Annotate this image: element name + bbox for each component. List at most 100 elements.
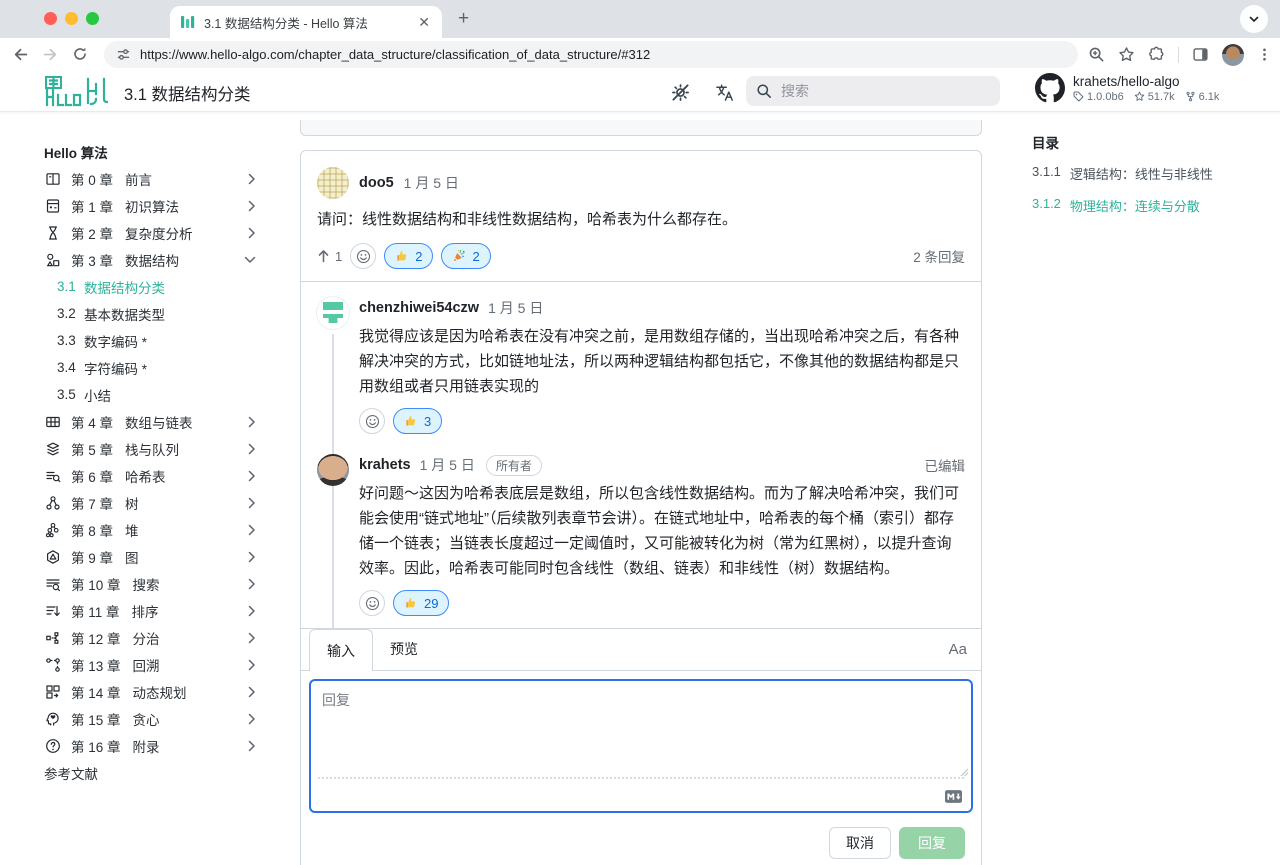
- sidebar-item-chapter-10[interactable]: 第 10 章搜索: [44, 570, 270, 597]
- hello-algo-logo[interactable]: [44, 75, 108, 107]
- sidebar-item-chapter-7[interactable]: 第 7 章树: [44, 489, 270, 516]
- search-icon: [756, 83, 772, 99]
- thumbs-up-icon: [395, 249, 409, 263]
- extensions-icon[interactable]: [1148, 46, 1165, 63]
- reply: krahets 1 月 5 日 所有者 已编辑 好问题～这因为哈希表底层是数组，…: [317, 454, 965, 616]
- chevron-right-icon: [248, 713, 256, 725]
- forward-button[interactable]: [40, 44, 60, 64]
- comment-author[interactable]: doo5: [359, 175, 394, 191]
- reaction-pill-thumbs-up[interactable]: 2: [384, 243, 433, 269]
- github-repo-link[interactable]: krahets/hello-algo 1.0.0b6 51.7k 6.1k: [1035, 73, 1219, 103]
- book-icon: [44, 171, 61, 187]
- sidebar-item-chapter-3[interactable]: 第 3 章数据结构: [44, 246, 270, 273]
- table-of-contents: 目录 3.1.1逻辑结构：线性与非线性 3.1.2物理结构：连续与分散: [1032, 132, 1262, 228]
- sidebar-item-chapter-6[interactable]: 第 6 章哈希表: [44, 462, 270, 489]
- chevron-right-icon: [248, 416, 256, 428]
- sidebar-item-3-4[interactable]: 3.4字符编码 *: [44, 354, 270, 381]
- maximize-window-button[interactable]: [86, 12, 99, 25]
- sidebar-title: Hello 算法: [44, 138, 270, 165]
- sidebar-item-chapter-12[interactable]: 第 12 章分治: [44, 624, 270, 651]
- search-input[interactable]: [781, 83, 961, 99]
- heap-icon: [44, 522, 61, 538]
- search-box[interactable]: [746, 76, 1000, 106]
- sidebar-item-chapter-2[interactable]: 第 2 章复杂度分析: [44, 219, 270, 246]
- chevron-down-icon: [244, 256, 256, 264]
- reply-textarea[interactable]: [311, 681, 971, 767]
- chevron-right-icon: [248, 686, 256, 698]
- reaction-pill-thumbs-up[interactable]: 29: [393, 590, 449, 616]
- browser-menu-icon[interactable]: [1257, 47, 1272, 62]
- sidebar-item-chapter-1[interactable]: 第 1 章初识算法: [44, 192, 270, 219]
- tab-close-icon[interactable]: ✕: [416, 14, 432, 31]
- bookmark-star-icon[interactable]: [1118, 46, 1135, 63]
- chevron-right-icon: [248, 200, 256, 212]
- array-icon: [44, 414, 61, 430]
- replies-count: 2 条回复: [913, 246, 965, 266]
- comment-date: 1 月 5 日: [404, 173, 459, 193]
- reply-date: 1 月 5 日: [420, 455, 475, 475]
- reply-author[interactable]: krahets: [359, 457, 411, 473]
- add-reaction-button[interactable]: [359, 590, 385, 616]
- sidebar-item-3-5[interactable]: 3.5小结: [44, 381, 270, 408]
- thumbs-up-icon: [404, 414, 418, 428]
- text-format-button[interactable]: Aa: [949, 641, 967, 658]
- add-reaction-button[interactable]: [359, 408, 385, 434]
- sidebar-nav: Hello 算法 第 0 章前言 第 1 章初识算法 第 2 章复杂度分析 第 …: [44, 138, 270, 786]
- close-window-button[interactable]: [44, 12, 57, 25]
- new-tab-button[interactable]: +: [458, 8, 469, 30]
- chevron-right-icon: [248, 497, 256, 509]
- sidebar-item-references[interactable]: 参考文献: [44, 759, 270, 786]
- sort-icon: [44, 603, 61, 619]
- sidebar-item-chapter-11[interactable]: 第 11 章排序: [44, 597, 270, 624]
- greedy-icon: [44, 711, 61, 727]
- avatar[interactable]: [317, 454, 349, 486]
- url-bar[interactable]: https://www.hello-algo.com/chapter_data_…: [104, 41, 1078, 68]
- sidebar-item-3-1[interactable]: 3.1数据结构分类: [44, 273, 270, 300]
- reply-date: 1 月 5 日: [488, 298, 543, 318]
- upvote-button[interactable]: 1: [317, 249, 342, 264]
- submit-reply-button[interactable]: 回复: [899, 827, 965, 859]
- sidebar-item-chapter-15[interactable]: 第 15 章贪心: [44, 705, 270, 732]
- tab-search-button[interactable]: [1240, 5, 1268, 33]
- edited-label: 已编辑: [925, 455, 966, 475]
- toc-item-3-1-2[interactable]: 3.1.2物理结构：连续与分散: [1032, 196, 1262, 215]
- sidebar-item-chapter-5[interactable]: 第 5 章栈与队列: [44, 435, 270, 462]
- sidebar-item-chapter-9[interactable]: 第 9 章图: [44, 543, 270, 570]
- theme-toggle-button[interactable]: [668, 80, 692, 104]
- sidebar-item-3-2[interactable]: 3.2基本数据类型: [44, 300, 270, 327]
- avatar[interactable]: [317, 167, 349, 199]
- sidebar-item-chapter-4[interactable]: 第 4 章数组与链表: [44, 408, 270, 435]
- reaction-pill-thumbs-up[interactable]: 3: [393, 408, 442, 434]
- toc-title: 目录: [1032, 132, 1262, 152]
- sidebar-item-chapter-14[interactable]: 第 14 章动态规划: [44, 678, 270, 705]
- avatar[interactable]: [317, 297, 349, 329]
- back-button[interactable]: [10, 44, 30, 64]
- browser-tab[interactable]: 3.1 数据结构分类 - Hello 算法 ✕: [170, 6, 442, 38]
- tab-write[interactable]: 输入: [309, 629, 373, 671]
- sidebar-item-3-3[interactable]: 3.3数字编码 *: [44, 327, 270, 354]
- repo-stars: 51.7k: [1134, 91, 1175, 103]
- markdown-icon[interactable]: [945, 790, 962, 803]
- zoom-icon[interactable]: [1088, 46, 1105, 63]
- translate-button[interactable]: [712, 80, 736, 104]
- reload-button[interactable]: [70, 44, 90, 64]
- sidebar-item-chapter-13[interactable]: 第 13 章回溯: [44, 651, 270, 678]
- url-text: https://www.hello-algo.com/chapter_data_…: [140, 47, 650, 62]
- profile-avatar[interactable]: [1222, 44, 1244, 66]
- tab-preview[interactable]: 预览: [373, 628, 435, 670]
- sidebar-item-chapter-0[interactable]: 第 0 章前言: [44, 165, 270, 192]
- graph-icon: [44, 549, 61, 565]
- replies-section: chenzhiwei54czw 1 月 5 日 我觉得应该是因为哈希表在没有冲突…: [301, 281, 981, 628]
- side-panel-icon[interactable]: [1192, 46, 1209, 63]
- add-reaction-button[interactable]: [350, 243, 376, 269]
- resize-handle[interactable]: [960, 768, 969, 777]
- macos-traffic-lights[interactable]: [44, 12, 99, 25]
- reply-author[interactable]: chenzhiwei54czw: [359, 300, 479, 316]
- cancel-button[interactable]: 取消: [829, 827, 891, 859]
- sidebar-item-chapter-8[interactable]: 第 8 章堆: [44, 516, 270, 543]
- minimize-window-button[interactable]: [65, 12, 78, 25]
- reaction-pill-party[interactable]: 2: [441, 243, 490, 269]
- sidebar-item-chapter-16[interactable]: 第 16 章附录: [44, 732, 270, 759]
- site-settings-icon[interactable]: [116, 47, 131, 62]
- toc-item-3-1-1[interactable]: 3.1.1逻辑结构：线性与非线性: [1032, 164, 1262, 183]
